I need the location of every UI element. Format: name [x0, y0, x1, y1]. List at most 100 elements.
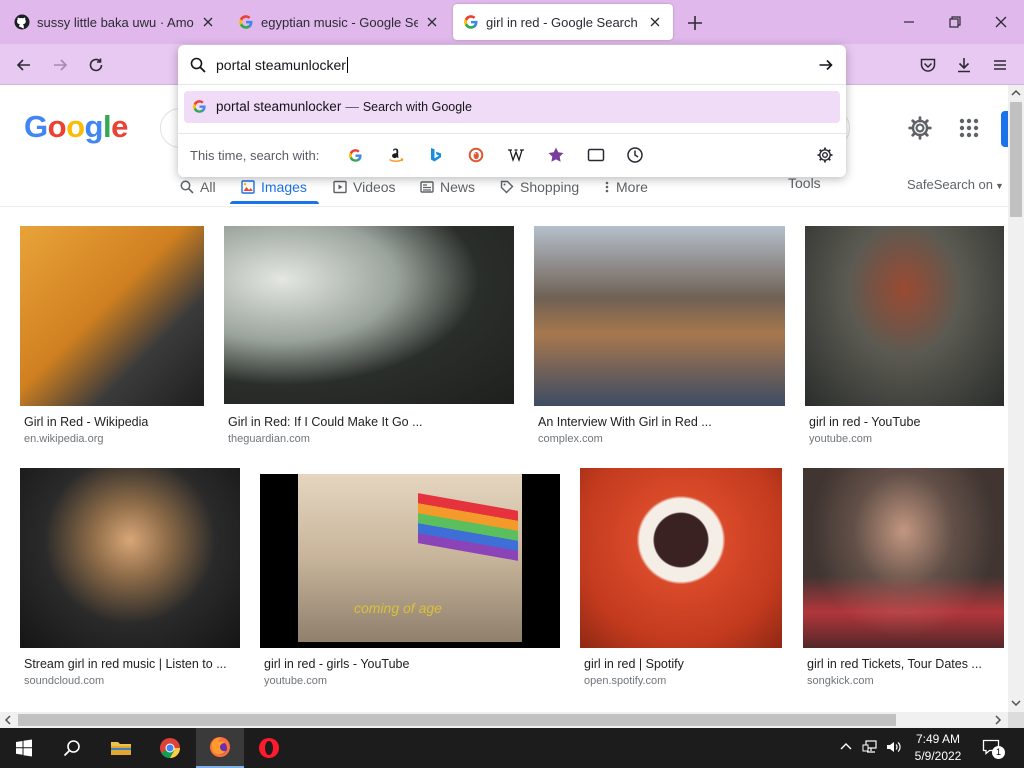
result-thumbnail[interactable]: coming of age — [260, 474, 560, 648]
result-title[interactable]: girl in red - YouTube — [809, 415, 1004, 429]
result-thumbnail[interactable] — [20, 226, 204, 406]
engine-google-button[interactable] — [344, 144, 366, 166]
url-input[interactable]: portal steamunlocker — [178, 45, 846, 85]
chevron-up-icon[interactable] — [839, 740, 853, 754]
close-icon[interactable] — [647, 14, 663, 30]
hamburger-menu-icon — [994, 60, 1006, 70]
clock-icon — [627, 147, 643, 163]
scroll-left-icon[interactable] — [3, 714, 13, 726]
downloads-button[interactable] — [952, 53, 976, 77]
engine-wikipedia-button[interactable] — [505, 144, 527, 166]
network-icon[interactable] — [862, 740, 878, 754]
image-result[interactable]: girl in red Tickets, Tour Dates ... song… — [803, 468, 1004, 692]
file-explorer-button[interactable] — [97, 728, 145, 768]
tabs-button[interactable] — [585, 144, 607, 166]
tools-button[interactable]: Tools — [788, 175, 821, 191]
engine-duckduckgo-button[interactable] — [465, 144, 487, 166]
engine-bing-button[interactable] — [425, 144, 447, 166]
search-settings-button[interactable] — [814, 144, 836, 166]
apps-grid-icon[interactable] — [958, 117, 980, 139]
tab-news[interactable]: News — [420, 175, 475, 199]
tab-images[interactable]: Images — [241, 175, 307, 199]
scroll-up-icon[interactable] — [1010, 88, 1022, 98]
tab-github[interactable]: sussy little baka uwu · Amog-O — [4, 4, 226, 40]
tab-title: girl in red - Google Search — [486, 14, 638, 30]
image-result[interactable]: Girl in Red - Wikipedia en.wikipedia.org — [20, 226, 204, 450]
close-icon[interactable] — [424, 14, 440, 30]
logo-letter: o — [66, 109, 85, 144]
tab-strip: sussy little baka uwu · Amog-O egyptian … — [0, 0, 1024, 44]
pocket-button[interactable] — [916, 53, 940, 77]
close-window-icon[interactable] — [992, 13, 1010, 31]
tab-more[interactable]: More — [604, 175, 648, 199]
history-button[interactable] — [624, 144, 646, 166]
volume-icon[interactable] — [886, 740, 902, 754]
menu-button[interactable] — [988, 53, 1012, 77]
result-title[interactable]: girl in red | Spotify — [584, 657, 782, 671]
scroll-right-icon[interactable] — [993, 714, 1003, 726]
tab-all[interactable]: All — [180, 175, 216, 199]
clock-date: 5/9/2022 — [914, 749, 962, 763]
horizontal-scroll-thumb[interactable] — [18, 714, 896, 726]
tab-videos[interactable]: Videos — [333, 175, 396, 199]
reload-button[interactable] — [84, 53, 108, 77]
pocket-icon — [920, 58, 936, 72]
tab-label: More — [616, 179, 648, 195]
result-title[interactable]: An Interview With Girl in Red ... — [538, 415, 785, 429]
active-tab-indicator — [230, 201, 319, 204]
safesearch-toggle[interactable]: SafeSearch on ▼ — [907, 177, 1004, 192]
system-clock[interactable]: 7:49 AM 5/9/2022 — [908, 731, 968, 765]
search-suggestion[interactable]: portal steamunlocker — Search with Google — [184, 91, 840, 123]
rainbow-flag — [418, 493, 518, 561]
new-tab-plus-icon[interactable] — [684, 12, 706, 34]
folder-icon — [111, 742, 131, 755]
result-title[interactable]: Girl in Red - Wikipedia — [24, 415, 204, 429]
result-thumbnail[interactable] — [805, 226, 1004, 406]
result-thumbnail[interactable] — [20, 468, 240, 648]
result-title[interactable]: Stream girl in red music | Listen to ... — [24, 657, 240, 671]
tag-icon — [500, 180, 514, 194]
opera-button[interactable] — [245, 728, 293, 768]
logo-letter: l — [102, 109, 112, 144]
forward-button[interactable] — [48, 53, 72, 77]
close-icon[interactable] — [200, 14, 216, 30]
image-result[interactable]: coming of age girl in red - girls - YouT… — [260, 468, 560, 692]
firefox-button[interactable] — [196, 728, 244, 768]
back-button[interactable] — [12, 53, 36, 77]
image-result[interactable]: Girl in Red: If I Could Make It Go ... t… — [224, 226, 514, 450]
chrome-icon — [160, 738, 180, 759]
result-thumbnail[interactable] — [803, 468, 1004, 648]
sign-in-button[interactable] — [1001, 111, 1008, 147]
video-frame: coming of age — [298, 474, 522, 642]
chrome-button[interactable] — [146, 728, 194, 768]
result-title[interactable]: girl in red - girls - YouTube — [264, 657, 560, 671]
image-result[interactable]: Stream girl in red music | Listen to ...… — [20, 468, 240, 692]
tab-girl-in-red[interactable]: girl in red - Google Search — [453, 4, 673, 40]
go-arrow-icon[interactable] — [818, 57, 834, 73]
action-center-button[interactable]: 1 — [982, 738, 1005, 759]
image-result[interactable]: girl in red | Spotify open.spotify.com — [580, 468, 782, 692]
restore-icon[interactable] — [946, 13, 964, 31]
start-button[interactable] — [0, 728, 48, 768]
scroll-down-icon[interactable] — [1010, 698, 1022, 708]
google-logo[interactable]: Google — [24, 109, 128, 145]
image-result[interactable]: An Interview With Girl in Red ... comple… — [534, 226, 785, 450]
result-source: open.spotify.com — [584, 675, 667, 687]
logo-letter: e — [111, 109, 128, 144]
search-taskbar-button[interactable] — [48, 728, 96, 768]
tab-shopping[interactable]: Shopping — [500, 175, 579, 199]
result-source: youtube.com — [264, 675, 327, 687]
result-thumbnail[interactable] — [580, 468, 782, 648]
result-title[interactable]: girl in red Tickets, Tour Dates ... — [807, 657, 1004, 671]
vertical-scroll-thumb[interactable] — [1010, 102, 1022, 217]
engine-amazon-button[interactable] — [385, 144, 407, 166]
tab-egyptian-music[interactable]: egyptian music - Google Search — [228, 4, 450, 40]
settings-gear-icon[interactable] — [907, 115, 933, 141]
google-g-icon — [464, 15, 478, 29]
minimize-icon[interactable] — [900, 13, 918, 31]
result-thumbnail[interactable] — [224, 226, 514, 404]
result-thumbnail[interactable] — [534, 226, 785, 406]
bookmarks-button[interactable] — [545, 144, 567, 166]
image-result[interactable]: girl in red - YouTube youtube.com — [805, 226, 1004, 450]
result-title[interactable]: Girl in Red: If I Could Make It Go ... — [228, 415, 514, 429]
